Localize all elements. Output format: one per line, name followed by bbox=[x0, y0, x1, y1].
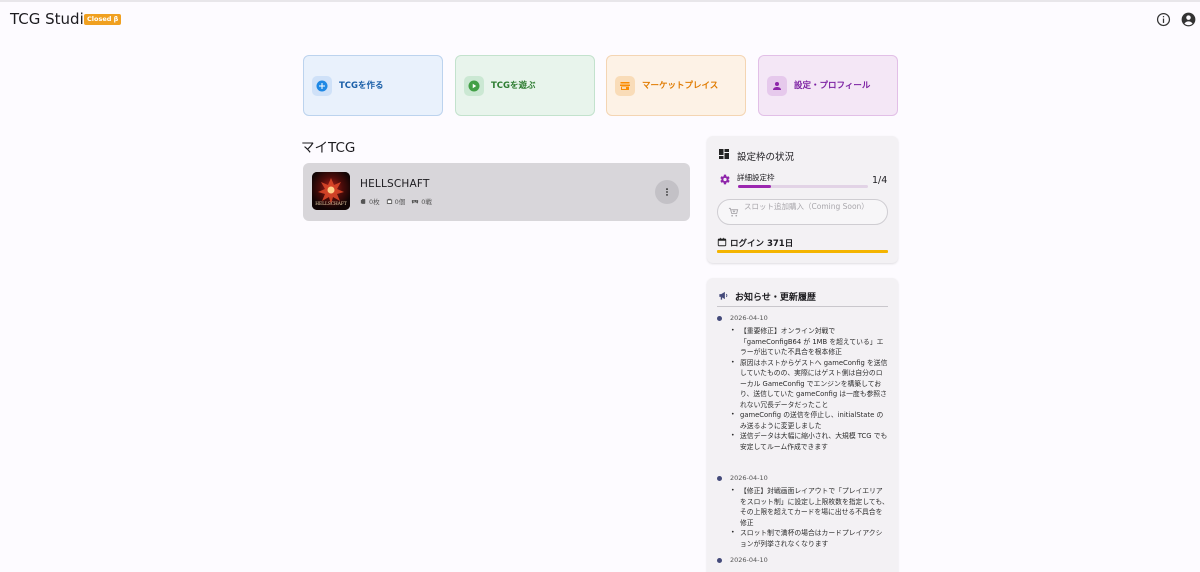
gear-icon bbox=[720, 174, 730, 185]
slot-status-title: 設定枠の状況 bbox=[737, 152, 795, 163]
person-icon bbox=[767, 76, 787, 96]
pack-count: 0個 bbox=[386, 196, 406, 206]
login-days: ログイン 371日 bbox=[730, 239, 794, 249]
app-bar: TCG Studio Closed β bbox=[0, 2, 1200, 38]
account-icon[interactable] bbox=[1181, 12, 1196, 27]
timeline-dot bbox=[717, 558, 722, 563]
cards-icon bbox=[360, 198, 366, 204]
megaphone-icon bbox=[719, 291, 728, 300]
add-circle-icon bbox=[312, 76, 332, 96]
marketplace-tile[interactable]: マーケットプレイス bbox=[606, 55, 746, 116]
buy-slot-label: スロット追加購入（Coming Soon） bbox=[744, 202, 869, 211]
gamepad-icon bbox=[412, 199, 419, 203]
my-tcg-heading: マイTCG bbox=[301, 140, 356, 156]
play-tcg-tile[interactable]: TCGを遊ぶ bbox=[455, 55, 595, 116]
news-items: 【修正】対戦画面レイアウトで「プレイエリアをスロット制」に設定し上限枚数を指定し… bbox=[731, 486, 889, 549]
timeline-dot bbox=[717, 476, 722, 481]
card-count-value: 0枚 bbox=[369, 198, 380, 206]
settings-profile-label: 設定・プロフィール bbox=[794, 81, 871, 91]
tcg-stats: 0枚 0個 0戦 bbox=[360, 196, 432, 206]
news-title: お知らせ・更新履歴 bbox=[735, 293, 816, 303]
news-item: 原因はホストからゲストへ gameConfig を送信していたものの、実際にはゲ… bbox=[731, 358, 889, 411]
buy-slot-button[interactable]: スロット追加購入（Coming Soon） bbox=[717, 199, 888, 225]
news-item: 【修正】対戦画面レイアウトで「プレイエリアをスロット制」に設定し上限枚数を指定し… bbox=[731, 486, 889, 528]
news-item: 【重要修正】オンライン対戦で「gameConfigB64 が 1MB を超えてい… bbox=[731, 326, 889, 358]
pack-icon bbox=[386, 198, 392, 204]
play-circle-icon bbox=[464, 76, 484, 96]
tcg-name: HELLSCHAFT bbox=[360, 178, 430, 190]
detail-slot-label: 詳細設定枠 bbox=[737, 173, 775, 182]
info-icon[interactable] bbox=[1156, 12, 1171, 27]
tcg-card[interactable]: HELLSCHAFT HELLSCHAFT 0枚 0個 0戦 bbox=[303, 163, 690, 221]
more-options-button[interactable] bbox=[655, 180, 679, 204]
timeline-dot bbox=[717, 316, 722, 321]
news-item: gameConfig の送信を停止し、initialState のみ送るように変… bbox=[731, 410, 889, 431]
login-streak-bar bbox=[717, 250, 888, 253]
news-items: 【重要修正】オンライン対戦で「gameConfigB64 が 1MB を超えてい… bbox=[731, 326, 889, 452]
pack-count-value: 0個 bbox=[394, 198, 406, 206]
play-tcg-label: TCGを遊ぶ bbox=[491, 81, 536, 91]
store-icon bbox=[615, 76, 635, 96]
news-divider bbox=[717, 306, 888, 307]
battle-count-value: 0戦 bbox=[421, 198, 432, 206]
create-tcg-label: TCGを作る bbox=[339, 81, 384, 91]
calendar-icon bbox=[717, 237, 727, 247]
card-count: 0枚 bbox=[360, 196, 380, 206]
thumb-logo-text: HELLSCHAFT bbox=[315, 202, 347, 207]
news-item: 送信データは大幅に縮小され、大規模 TCG でも安定してルーム作成できます bbox=[731, 431, 889, 452]
settings-profile-tile[interactable]: 設定・プロフィール bbox=[758, 55, 898, 116]
cart-add-icon bbox=[728, 207, 739, 217]
battle-count: 0戦 bbox=[411, 196, 432, 206]
more-vert-icon bbox=[666, 188, 668, 196]
dashboard-icon bbox=[719, 149, 729, 159]
news-date: 2026-04-10 bbox=[730, 556, 768, 564]
slot-progress-bar bbox=[738, 185, 868, 188]
news-item: スロット制で満杯の場合はカードプレイアクションが列挙されなくなります bbox=[731, 528, 889, 549]
create-tcg-tile[interactable]: TCGを作る bbox=[303, 55, 443, 116]
closed-beta-badge: Closed β bbox=[84, 14, 122, 25]
tcg-thumbnail: HELLSCHAFT bbox=[312, 172, 350, 210]
slot-progress-fill bbox=[738, 185, 771, 188]
marketplace-label: マーケットプレイス bbox=[642, 81, 719, 91]
news-date: 2026-04-10 bbox=[730, 314, 768, 322]
news-date: 2026-04-10 bbox=[730, 474, 768, 482]
app-title[interactable]: TCG Studio bbox=[10, 10, 93, 28]
slot-count: 1/4 bbox=[872, 175, 888, 186]
